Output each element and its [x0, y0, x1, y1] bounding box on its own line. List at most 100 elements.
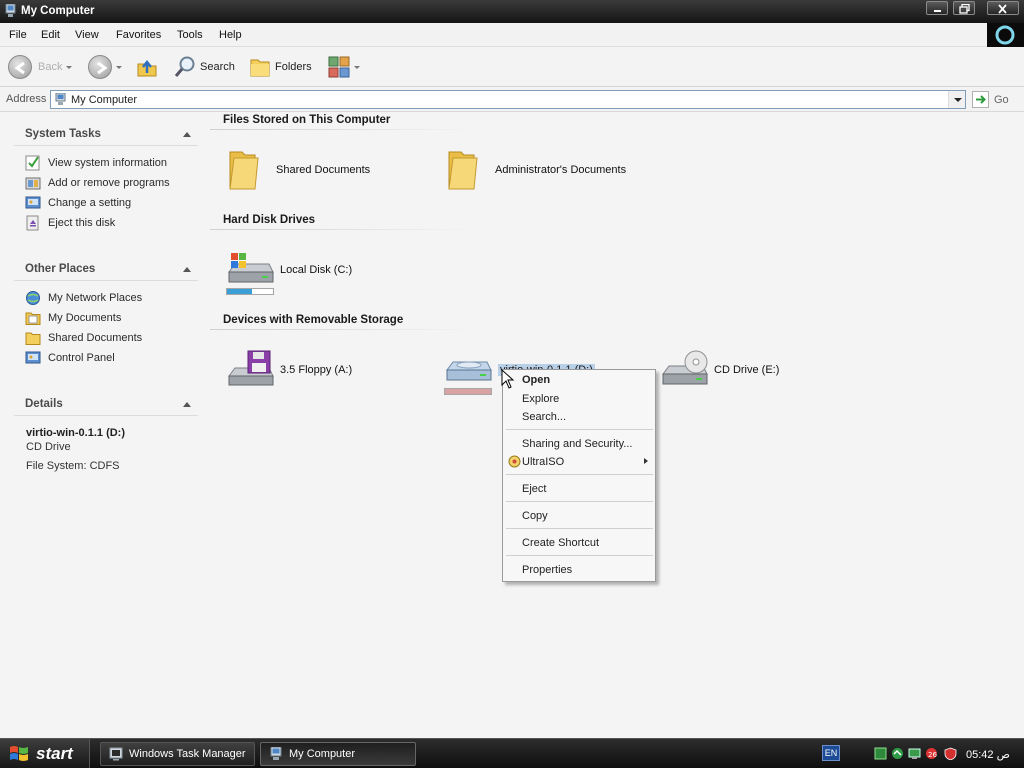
place-network[interactable]: My Network Places — [25, 290, 142, 306]
forward-button[interactable] — [88, 55, 122, 79]
back-dropdown-icon[interactable] — [66, 65, 73, 69]
menu-favorites[interactable]: Favorites — [116, 29, 161, 41]
system-tasks-title[interactable]: System Tasks — [25, 128, 101, 140]
floppy-a-item[interactable]: 3.5 Floppy (A:) — [226, 350, 352, 390]
menu-edit[interactable]: Edit — [41, 29, 60, 41]
views-button[interactable] — [328, 56, 360, 78]
item-label: 3.5 Floppy (A:) — [280, 364, 353, 376]
toolbar: Back Search Folders — [0, 47, 1024, 87]
place-shared-documents[interactable]: Shared Documents — [25, 330, 142, 346]
minimize-button[interactable] — [926, 1, 948, 15]
task-view-system-info[interactable]: View system information — [25, 155, 167, 171]
close-icon — [998, 4, 1007, 14]
folders-button[interactable]: Folders — [249, 55, 312, 79]
window-title: My Computer — [21, 5, 95, 17]
cd-drive-e-item[interactable]: CD Drive (E:) — [660, 350, 779, 390]
search-button[interactable]: Search — [174, 55, 235, 79]
windows-logo — [987, 23, 1024, 47]
place-control-panel[interactable]: Control Panel — [25, 350, 115, 366]
tray-network-icon[interactable] — [874, 747, 887, 760]
administrators-documents-item[interactable]: Administrator's Documents — [445, 148, 626, 192]
ultraiso-icon — [508, 455, 521, 468]
menu-tools[interactable]: Tools — [177, 29, 203, 41]
local-disk-c-item[interactable]: Local Disk (C:) — [226, 250, 352, 290]
start-label: start — [36, 744, 73, 763]
menu-explore[interactable]: Explore — [504, 390, 654, 408]
task-manager-icon — [109, 747, 123, 761]
taskbar-my-computer[interactable]: My Computer — [260, 742, 416, 766]
up-folder-button[interactable] — [136, 56, 158, 78]
task-label: Change a setting — [48, 197, 132, 209]
address-input[interactable]: My Computer — [50, 90, 966, 109]
folder-icon — [445, 148, 489, 192]
back-button[interactable]: Back — [8, 55, 73, 79]
go-button[interactable]: Go — [972, 91, 1009, 108]
address-value: My Computer — [71, 94, 138, 106]
cd-drive-icon — [660, 350, 708, 390]
mouse-cursor-icon — [501, 369, 515, 389]
menu-properties[interactable]: Properties — [504, 561, 654, 579]
collapse-icon[interactable] — [183, 267, 191, 272]
network-icon — [25, 290, 41, 306]
menu-create-shortcut[interactable]: Create Shortcut — [504, 534, 654, 552]
usage-fill — [445, 389, 491, 394]
divider — [14, 145, 198, 146]
collapse-icon[interactable] — [183, 132, 191, 137]
folder-icon — [226, 148, 270, 192]
tray-antivirus-icon[interactable]: 26 — [925, 747, 938, 760]
task-eject-disk[interactable]: Eject this disk — [25, 215, 115, 231]
throbber-icon — [995, 25, 1015, 45]
menu-ultraiso[interactable]: UltraISO — [504, 453, 654, 471]
language-indicator[interactable]: EN — [822, 745, 840, 761]
go-label: Go — [994, 93, 1009, 106]
documents-icon — [25, 310, 41, 326]
place-my-documents[interactable]: My Documents — [25, 310, 121, 326]
usage-fill — [227, 289, 253, 294]
svg-text:26: 26 — [928, 751, 937, 759]
menu-open[interactable]: Open — [504, 371, 654, 389]
taskbar: start Windows Task Manager My Computer E… — [0, 738, 1024, 768]
task-add-remove-programs[interactable]: Add or remove programs — [25, 175, 170, 191]
divider — [14, 415, 198, 416]
taskbar-task-manager[interactable]: Windows Task Manager — [100, 742, 255, 766]
details-title[interactable]: Details — [25, 398, 63, 410]
tray-connection-icon[interactable] — [891, 747, 904, 760]
menu-separator — [506, 555, 653, 556]
views-dropdown-icon[interactable] — [354, 65, 360, 69]
menu-help[interactable]: Help — [219, 29, 242, 41]
up-folder-icon — [137, 59, 157, 77]
place-label: Shared Documents — [48, 332, 143, 344]
search-label: Search — [200, 61, 235, 73]
forward-dropdown-icon[interactable] — [116, 65, 122, 69]
task-change-setting[interactable]: Change a setting — [25, 195, 131, 211]
start-button[interactable]: start — [0, 739, 90, 768]
local-disk-usage-bar — [226, 288, 274, 295]
menu-sharing-security[interactable]: Sharing and Security... — [504, 435, 654, 453]
maximize-button[interactable] — [953, 1, 975, 15]
item-label: CD Drive (E:) — [714, 364, 780, 376]
menu-file[interactable]: File — [9, 29, 27, 41]
details-filesystem: File System: CDFS — [26, 460, 120, 472]
views-icon — [328, 56, 350, 78]
close-button[interactable] — [987, 1, 1019, 15]
details-name: virtio-win-0.1.1 (D:) — [26, 427, 126, 439]
menu-separator — [506, 429, 653, 430]
menu-view[interactable]: View — [75, 29, 99, 41]
item-label: Shared Documents — [276, 164, 371, 176]
place-label: My Documents — [48, 312, 122, 324]
divider — [210, 229, 480, 230]
cd-drive-icon — [444, 350, 492, 390]
address-dropdown-button[interactable] — [948, 91, 965, 108]
menu-eject[interactable]: Eject — [504, 480, 654, 498]
divider — [14, 280, 198, 281]
menu-copy[interactable]: Copy — [504, 507, 654, 525]
menu-search[interactable]: Search... — [504, 408, 654, 426]
minimize-icon — [934, 10, 941, 12]
tray-display-icon[interactable] — [908, 747, 921, 760]
other-places-title[interactable]: Other Places — [25, 263, 95, 275]
control-panel-icon — [25, 350, 41, 366]
collapse-icon[interactable] — [183, 402, 191, 407]
shared-documents-item[interactable]: Shared Documents — [226, 148, 370, 192]
tray-security-shield-icon[interactable] — [944, 747, 957, 760]
eject-icon — [25, 215, 41, 231]
